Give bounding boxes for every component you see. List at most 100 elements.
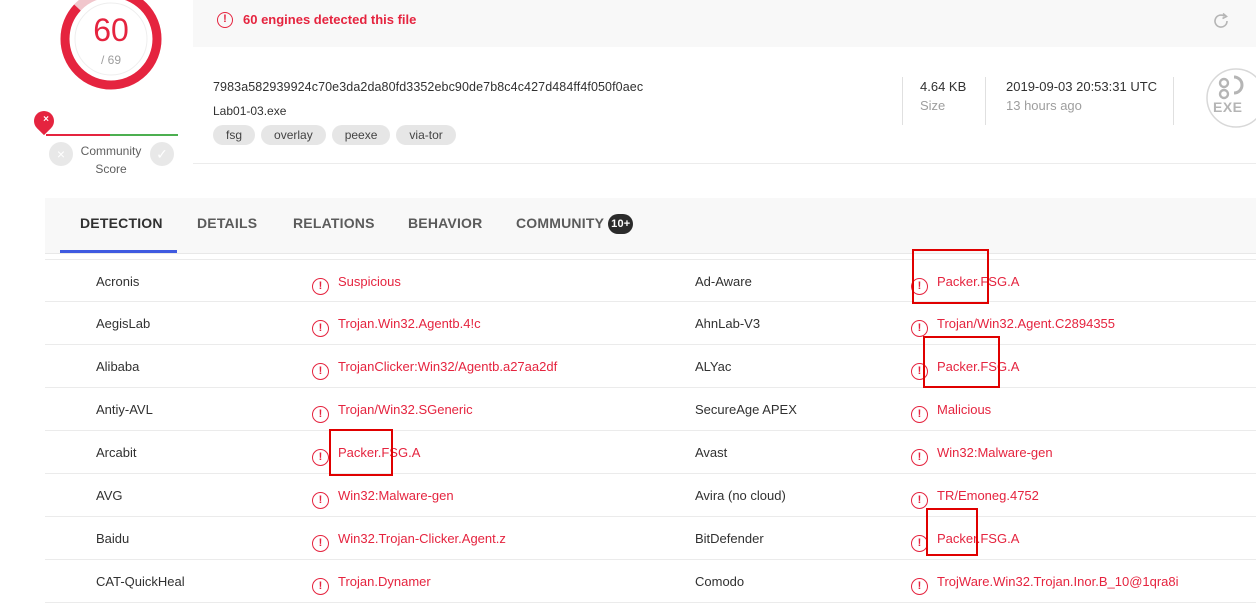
engine-name: Baidu bbox=[96, 531, 130, 546]
alert-icon: ! bbox=[312, 535, 329, 552]
detection-alert-bar: ! 60 engines detected this file bbox=[193, 0, 1256, 47]
alert-icon: ! bbox=[911, 406, 928, 423]
table-row: AegisLab ! Trojan.Win32.Agentb.4!c AhnLab… bbox=[45, 302, 1256, 345]
detection-result: ! Suspicious bbox=[312, 260, 401, 303]
alert-icon: ! bbox=[312, 449, 329, 466]
tab-details-label: DETAILS bbox=[197, 215, 258, 231]
detection-result: ! Trojan.Win32.Agentb.4!c bbox=[312, 302, 481, 345]
detection-label: Trojan/Win32.SGeneric bbox=[338, 402, 473, 417]
engine-name: SecureAge APEX bbox=[695, 402, 797, 417]
detection-result: ! Win32:Malware-gen bbox=[312, 474, 454, 517]
detection-label: Win32:Malware-gen bbox=[338, 488, 454, 503]
detection-result: ! Malicious bbox=[911, 388, 991, 431]
detection-label: TrojanClicker:Win32/Agentb.a27aa2df bbox=[338, 359, 558, 374]
file-info-panel: 7983a582939924c70e3da2da80fd3352ebc90de7… bbox=[193, 47, 1256, 164]
detection-label: Packer.FSG.A bbox=[338, 445, 421, 460]
detection-label: Packer.FSG.A bbox=[937, 274, 1020, 289]
active-tab-indicator bbox=[60, 250, 177, 253]
tab-behavior[interactable]: BEHAVIOR bbox=[408, 198, 482, 254]
detection-label: Trojan.Dynamer bbox=[338, 574, 431, 589]
engine-name: Avast bbox=[695, 445, 728, 460]
alert-icon: ! bbox=[911, 535, 928, 552]
detection-result: ! Packer.FSG.A bbox=[312, 431, 420, 474]
detection-label: Win32.Trojan-Clicker.Agent.z bbox=[338, 531, 506, 546]
engine-name: Ad-Aware bbox=[695, 274, 752, 289]
detection-label: TR/Emoneg.4752 bbox=[937, 488, 1039, 503]
table-row: AVG ! Win32:Malware-gen Avira (no cloud) … bbox=[45, 474, 1256, 517]
tag-chip[interactable]: overlay bbox=[261, 125, 326, 145]
engine-name: Avira (no cloud) bbox=[695, 488, 786, 503]
divider bbox=[902, 77, 903, 125]
alert-icon: ! bbox=[911, 449, 928, 466]
engine-name: Antiy-AVL bbox=[96, 402, 153, 417]
detection-result: ! Trojan.Dynamer bbox=[312, 560, 431, 603]
vote-check-icon[interactable]: ✓ bbox=[150, 142, 174, 166]
file-size-value: 4.64 KB bbox=[920, 79, 967, 94]
alert-icon: ! bbox=[312, 406, 329, 423]
divider bbox=[1173, 77, 1174, 125]
file-type-label: EXE bbox=[1213, 99, 1243, 115]
detection-table: Acronis ! Suspicious Ad-Aware ! Packer.FSG… bbox=[45, 259, 1256, 603]
divider bbox=[985, 77, 986, 125]
alert-icon: ! bbox=[312, 363, 329, 380]
file-type-exe-icon bbox=[1206, 68, 1256, 128]
engine-name: AhnLab-V3 bbox=[695, 316, 761, 331]
engine-name: BitDefender bbox=[695, 531, 764, 546]
file-tags: fsg overlay peexe via-tor bbox=[213, 125, 456, 145]
file-size-label: Size bbox=[920, 98, 946, 113]
alert-icon: ! bbox=[911, 363, 928, 380]
detection-result: ! Packer.FSG.A bbox=[911, 517, 1019, 560]
detection-label: Suspicious bbox=[338, 274, 401, 289]
alert-icon: ! bbox=[312, 278, 329, 295]
table-row: Acronis ! Suspicious Ad-Aware ! Packer.FSG… bbox=[45, 259, 1256, 302]
detection-result: ! TrojanClicker:Win32/Agentb.a27aa2df bbox=[312, 345, 557, 388]
community-score: × × Community Score ✓ bbox=[29, 106, 180, 180]
community-score-label: Community Score bbox=[80, 144, 142, 176]
detection-result: ! Win32.Trojan-Clicker.Agent.z bbox=[312, 517, 506, 560]
alert-icon: ! bbox=[217, 12, 233, 28]
alert-icon: ! bbox=[911, 578, 928, 595]
table-row: Baidu ! Win32.Trojan-Clicker.Agent.z BitD… bbox=[45, 517, 1256, 560]
table-row: CAT-QuickHeal ! Trojan.Dynamer Comodo ! Tr… bbox=[45, 560, 1256, 603]
tag-chip[interactable]: peexe bbox=[331, 125, 391, 145]
analysis-date: 2019-09-03 20:53:31 UTC bbox=[1006, 79, 1158, 94]
engine-name: AVG bbox=[96, 488, 123, 503]
detection-label: Packer.FSG.A bbox=[937, 531, 1020, 546]
community-count-badge: 10+ bbox=[608, 214, 634, 234]
detection-result: ! TrojWare.Win32.Trojan.Inor.B_10@1qra8i bbox=[911, 560, 1179, 603]
detection-result: ! Packer.FSG.A bbox=[911, 260, 1019, 303]
analysis-date-relative: 13 hours ago bbox=[1006, 98, 1082, 113]
tab-behavior-label: BEHAVIOR bbox=[408, 215, 483, 231]
alert-icon: ! bbox=[911, 278, 928, 295]
file-hash[interactable]: 7983a582939924c70e3da2da80fd3352ebc90de7… bbox=[213, 80, 643, 94]
tab-details[interactable]: DETAILS bbox=[197, 198, 257, 254]
detection-result: ! Packer.FSG.A bbox=[911, 345, 1019, 388]
table-row: Alibaba ! TrojanClicker:Win32/Agentb.a27a… bbox=[45, 345, 1256, 388]
report-tabs: DETECTION DETAILS RELATIONS BEHAVIOR COM… bbox=[45, 198, 1256, 254]
tag-chip[interactable]: fsg bbox=[213, 125, 256, 145]
engine-name: CAT-QuickHeal bbox=[96, 574, 185, 589]
engine-name: Arcabit bbox=[96, 445, 137, 460]
engine-name: Alibaba bbox=[96, 359, 140, 374]
detection-result: ! TR/Emoneg.4752 bbox=[911, 474, 1039, 517]
detection-label: Malicious bbox=[937, 402, 992, 417]
engine-name: Comodo bbox=[695, 574, 745, 589]
score-total: / 69 bbox=[100, 53, 121, 67]
table-row: Arcabit ! Packer.FSG.A Avast ! Win32:Malwa… bbox=[45, 431, 1256, 474]
tag-chip[interactable]: via-tor bbox=[396, 125, 456, 145]
tab-detection-label: DETECTION bbox=[80, 215, 163, 231]
tab-relations[interactable]: RELATIONS bbox=[293, 198, 375, 254]
table-row: Antiy-AVL ! Trojan/Win32.SGeneric SecureA… bbox=[45, 388, 1256, 431]
engine-name: Acronis bbox=[96, 274, 140, 289]
file-name: Lab01-03.exe bbox=[213, 104, 287, 118]
detection-result: ! Trojan/Win32.SGeneric bbox=[312, 388, 473, 431]
alert-icon: ! bbox=[911, 320, 928, 337]
alert-text: 60 engines detected this file bbox=[243, 12, 417, 27]
alert-icon: ! bbox=[312, 492, 329, 509]
vote-harmless-down-icon[interactable]: × bbox=[49, 142, 73, 166]
reanalyze-icon[interactable] bbox=[1210, 10, 1232, 32]
detection-result: ! Win32:Malware-gen bbox=[911, 431, 1053, 474]
tab-community[interactable]: COMMUNITY 10+ bbox=[516, 198, 634, 254]
detection-label: TrojWare.Win32.Trojan.Inor.B_10@1qra8i bbox=[937, 574, 1179, 589]
tab-detection[interactable]: DETECTION bbox=[80, 198, 163, 254]
